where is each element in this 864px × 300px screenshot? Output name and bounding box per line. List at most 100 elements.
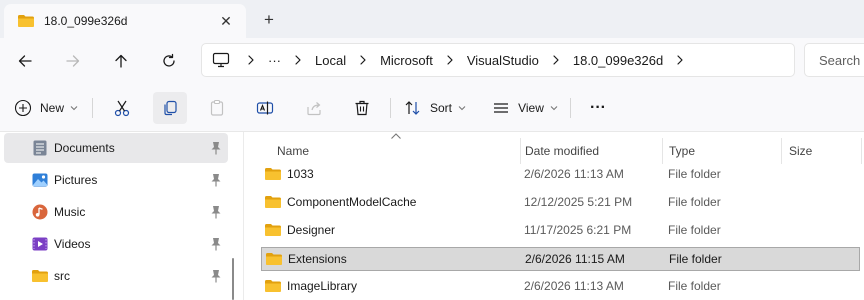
- title-bar: 18.0_099e326d ✕ +: [0, 0, 864, 38]
- chevron-right-icon[interactable]: [667, 50, 693, 70]
- tab-current[interactable]: 18.0_099e326d ✕: [4, 4, 246, 38]
- chevron-down-icon: [550, 106, 558, 111]
- breadcrumb-local[interactable]: Local: [311, 53, 350, 68]
- nav-item-videos[interactable]: Videos: [4, 229, 228, 259]
- file-type: File folder: [668, 223, 721, 237]
- cut-button[interactable]: [106, 92, 138, 124]
- file-name: Designer: [287, 223, 336, 237]
- file-type: File folder: [668, 195, 721, 209]
- trash-icon: [355, 100, 369, 116]
- new-tab-button[interactable]: +: [258, 9, 280, 31]
- sort-label: Sort: [429, 101, 452, 115]
- column-header-date[interactable]: Date modified: [517, 138, 663, 164]
- close-tab-icon[interactable]: ✕: [216, 11, 236, 31]
- file-date: 2/6/2026 11:13 AM: [524, 279, 624, 293]
- share-button[interactable]: [298, 92, 330, 124]
- address-row: ··· Local Microsoft VisualStudio 18.0_09…: [0, 38, 864, 84]
- table-row[interactable]: ComponentModelCache 12/12/2025 5:21 PM F…: [261, 191, 860, 215]
- nav-label: Documents: [54, 141, 115, 155]
- folder-icon: [266, 253, 282, 265]
- new-button[interactable]: New: [10, 92, 82, 124]
- file-name: ImageLibrary: [287, 279, 358, 293]
- new-label: New: [39, 101, 64, 115]
- address-bar[interactable]: ··· Local Microsoft VisualStudio 18.0_09…: [201, 43, 795, 77]
- nav-label: Music: [54, 205, 86, 219]
- arrow-right-icon: [66, 55, 80, 67]
- file-date: 2/6/2026 11:15 AM: [525, 252, 625, 266]
- forward-button[interactable]: [60, 49, 86, 73]
- chevron-right-icon: [437, 50, 463, 70]
- computer-icon: [212, 52, 230, 68]
- nav-scrollbar[interactable]: [232, 258, 234, 300]
- chevron-right-icon: [350, 50, 376, 70]
- table-row[interactable]: Designer 11/17/2025 6:21 PM File folder: [261, 219, 860, 243]
- view-button[interactable]: View: [490, 92, 560, 124]
- breadcrumb-current-folder[interactable]: 18.0_099e326d: [569, 53, 667, 68]
- arrow-up-icon: [115, 54, 127, 68]
- file-type: File folder: [668, 167, 721, 181]
- pin-icon: [211, 270, 221, 283]
- search-placeholder: Search: [819, 52, 861, 68]
- rename-button[interactable]: [249, 92, 281, 124]
- more-options-button[interactable]: ···: [582, 92, 614, 124]
- column-header-size[interactable]: Size: [781, 138, 859, 164]
- file-name: ComponentModelCache: [287, 195, 417, 209]
- breadcrumb-microsoft[interactable]: Microsoft: [376, 53, 437, 68]
- breadcrumb-visualstudio[interactable]: VisualStudio: [463, 53, 543, 68]
- back-button[interactable]: [12, 49, 38, 73]
- documents-icon: [32, 140, 48, 156]
- arrow-left-icon: [18, 55, 32, 67]
- nav-label: src: [54, 269, 70, 283]
- table-row[interactable]: ImageLibrary 2/6/2026 11:13 AM File fold…: [261, 275, 860, 299]
- pin-icon: [211, 174, 221, 187]
- music-icon: [32, 204, 48, 220]
- sort-icon: [405, 101, 420, 115]
- view-list-icon: [494, 103, 509, 113]
- nav-item-music[interactable]: Music: [4, 197, 228, 227]
- sort-button[interactable]: Sort: [402, 92, 468, 124]
- column-header-name[interactable]: Name: [269, 138, 520, 164]
- refresh-button[interactable]: [156, 49, 182, 73]
- chevron-right-icon: [285, 50, 311, 70]
- column-header-type[interactable]: Type: [661, 138, 781, 164]
- command-bar: New Sort View ···: [0, 84, 864, 132]
- nav-item-documents[interactable]: Documents: [4, 133, 228, 163]
- chevron-down-icon: [458, 106, 466, 111]
- table-row-selected[interactable]: Extensions 2/6/2026 11:15 AM File folder: [261, 247, 860, 271]
- rename-icon: [256, 101, 274, 115]
- clipboard-icon: [210, 99, 224, 116]
- chevron-down-icon: [70, 106, 78, 111]
- up-button[interactable]: [108, 49, 134, 73]
- table-row[interactable]: 1033 2/6/2026 11:13 AM File folder: [261, 163, 860, 187]
- refresh-icon: [163, 53, 175, 67]
- pin-icon: [211, 238, 221, 251]
- folder-icon: [265, 280, 281, 292]
- pin-icon: [211, 206, 221, 219]
- plus-circle-icon: [14, 99, 32, 117]
- column-divider[interactable]: [861, 138, 862, 164]
- view-label: View: [518, 101, 544, 115]
- breadcrumb-overflow[interactable]: ···: [264, 53, 285, 68]
- pin-icon: [211, 142, 221, 155]
- folder-icon: [18, 15, 34, 27]
- folder-icon: [265, 224, 281, 236]
- search-input[interactable]: Search: [804, 43, 864, 77]
- pictures-icon: [32, 172, 48, 188]
- nav-label: Pictures: [54, 173, 98, 187]
- toolbar-divider: [570, 98, 571, 118]
- folder-icon: [32, 268, 48, 284]
- file-date: 2/6/2026 11:13 AM: [524, 167, 624, 181]
- paste-button[interactable]: [201, 92, 233, 124]
- copy-icon: [164, 100, 177, 116]
- file-name: Extensions: [288, 252, 347, 266]
- copy-button[interactable]: [153, 92, 187, 124]
- delete-button[interactable]: [346, 92, 378, 124]
- share-icon: [307, 102, 321, 116]
- nav-item-src[interactable]: src: [4, 261, 228, 291]
- folder-icon: [265, 168, 281, 180]
- navigation-pane: Documents Pictures Music Videos src: [0, 132, 243, 300]
- file-type: File folder: [668, 279, 721, 293]
- folder-icon: [265, 196, 281, 208]
- nav-item-pictures[interactable]: Pictures: [4, 165, 228, 195]
- toolbar-divider: [92, 98, 93, 118]
